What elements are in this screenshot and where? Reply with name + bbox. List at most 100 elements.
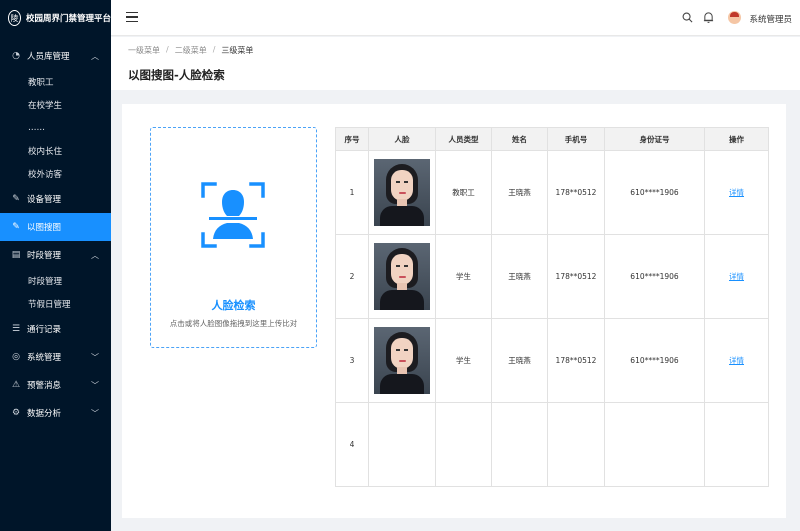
sidebar-item-system[interactable]: ◎ 系统管理 ﹀ xyxy=(0,343,111,371)
sidebar-item-label: 时段管理 xyxy=(27,251,62,261)
cell-id: 610****1906 xyxy=(604,150,705,235)
table-row: 4 xyxy=(335,402,769,487)
sidebar-item-time-periods[interactable]: ▤ 时段管理 ︿ xyxy=(0,241,111,269)
cell-phone: 178**0512 xyxy=(547,234,605,319)
cell-name xyxy=(491,402,548,487)
cell-name: 王晓燕 xyxy=(491,318,548,403)
sidebar-item-analytics[interactable]: ⚙ 数据分析 ﹀ xyxy=(0,399,111,427)
sidebar-item-label: 系统管理 xyxy=(27,353,62,363)
results-table: 序号 人脸 人员类型 姓名 手机号 身份证号 操作 1 教职工 王晓燕 178*… xyxy=(335,127,769,487)
avatar[interactable] xyxy=(728,11,741,24)
column-header-action: 操作 xyxy=(704,127,769,151)
sidebar-item-label: 设备管理 xyxy=(27,195,62,205)
table-row: 1 教职工 王晓燕 178**0512 610****1906 详情 xyxy=(335,150,769,235)
sidebar-item-image-search[interactable]: ✎ 以图搜图 xyxy=(0,213,111,241)
edit-icon: ✎ xyxy=(12,194,20,204)
face-scan-icon xyxy=(201,182,265,248)
cell-name: 王晓燕 xyxy=(491,150,548,235)
logo-badge: 陵 xyxy=(8,10,21,26)
cell-phone xyxy=(547,402,605,487)
cell-action: 详情 xyxy=(704,234,769,319)
sidebar-item-label: 通行记录 xyxy=(27,325,62,335)
details-link[interactable]: 详情 xyxy=(729,188,744,197)
cell-id xyxy=(604,402,705,487)
sidebar-subitem-visitors[interactable]: 校外访客 xyxy=(0,162,111,185)
table-row: 3 学生 王晓燕 178**0512 610****1906 详情 xyxy=(335,318,769,403)
cell-action: 详情 xyxy=(704,318,769,403)
details-link[interactable]: 详情 xyxy=(729,272,744,281)
column-header-id: 身份证号 xyxy=(604,127,705,151)
cell-no: 4 xyxy=(335,402,369,487)
column-header-phone: 手机号 xyxy=(547,127,605,151)
cell-face xyxy=(368,402,436,487)
sidebar-subitem-staff[interactable]: 教职工 xyxy=(0,70,111,93)
cell-type xyxy=(435,402,492,487)
face-upload-dropzone[interactable]: 人脸检索 点击或将人脸图像拖拽到这里上传比对 xyxy=(150,127,317,348)
page-title: 以图搜图-人脸检索 xyxy=(128,68,225,82)
chevron-up-icon: ︿ xyxy=(91,250,99,260)
page-header: 一级菜单 / 二级菜单 / 三级菜单 以图搜图-人脸检索 xyxy=(111,37,800,90)
sidebar-subitem-holidays[interactable]: 节假日管理 xyxy=(0,292,111,315)
cell-name: 王晓燕 xyxy=(491,234,548,319)
sidebar-subitem-time-periods[interactable]: 时段管理 xyxy=(0,269,111,292)
chevron-down-icon: ﹀ xyxy=(91,408,99,418)
sidebar-subitem-more[interactable]: …… xyxy=(0,116,111,139)
chevron-down-icon: ﹀ xyxy=(91,380,99,390)
list-icon: ☰ xyxy=(11,324,21,334)
face-photo[interactable] xyxy=(374,159,430,226)
cell-no: 3 xyxy=(335,318,369,403)
face-photo[interactable] xyxy=(374,243,430,310)
column-header-face: 人脸 xyxy=(368,127,436,151)
sidebar-item-alerts[interactable]: ⚠ 预警消息 ﹀ xyxy=(0,371,111,399)
sidebar-menu: ◔ 人员库管理 ︿ 教职工 在校学生 …… 校内长住 校外访客 ✎ 设备管理 ✎… xyxy=(0,42,111,427)
sidebar-item-label: 数据分析 xyxy=(27,409,62,419)
warning-icon: ⚠ xyxy=(11,380,21,390)
table-row: 2 学生 王晓燕 178**0512 610****1906 详情 xyxy=(335,234,769,319)
sidebar-subitem-residents[interactable]: 校内长住 xyxy=(0,139,111,162)
cell-no: 2 xyxy=(335,234,369,319)
upload-description: 点击或将人脸图像拖拽到这里上传比对 xyxy=(169,319,298,328)
breadcrumb-separator: / xyxy=(166,45,169,54)
top-header: 系统管理员 xyxy=(111,0,800,36)
cell-id: 610****1906 xyxy=(604,318,705,403)
cell-phone: 178**0512 xyxy=(547,150,605,235)
bell-icon[interactable] xyxy=(703,11,714,24)
dashboard-icon: ◔ xyxy=(12,51,20,61)
sidebar-item-label: 以图搜图 xyxy=(27,223,62,233)
settings-icon: ⚙ xyxy=(11,408,21,418)
app-title: 校园周界门禁管理平台 xyxy=(25,14,111,24)
sidebar-item-label: 人员库管理 xyxy=(27,52,70,62)
details-link[interactable]: 详情 xyxy=(729,356,744,365)
breadcrumb-level1[interactable]: 一级菜单 xyxy=(128,45,160,56)
search-icon[interactable] xyxy=(682,12,693,23)
cell-type: 学生 xyxy=(435,318,492,403)
upload-title: 人脸检索 xyxy=(211,299,256,312)
cell-phone: 178**0512 xyxy=(547,318,605,403)
cell-face xyxy=(368,150,436,235)
sidebar-item-personnel[interactable]: ◔ 人员库管理 ︿ xyxy=(0,42,111,70)
table-header-row: 序号 人脸 人员类型 姓名 手机号 身份证号 操作 xyxy=(335,127,769,151)
breadcrumb-level3: 三级菜单 xyxy=(221,46,254,55)
sidebar-item-access-records[interactable]: ☰ 通行记录 xyxy=(0,315,111,343)
sidebar-subitem-students[interactable]: 在校学生 xyxy=(0,93,111,116)
cell-face xyxy=(368,234,436,319)
chevron-down-icon: ﹀ xyxy=(91,352,99,362)
edit-icon: ✎ xyxy=(12,222,20,232)
sidebar-item-devices[interactable]: ✎ 设备管理 xyxy=(0,185,111,213)
cell-action: 详情 xyxy=(704,150,769,235)
cell-face xyxy=(368,318,436,403)
cell-id: 610****1906 xyxy=(604,234,705,319)
column-header-name: 姓名 xyxy=(491,127,548,151)
breadcrumb-level2[interactable]: 二级菜单 xyxy=(175,45,207,56)
sidebar: 陵 校园周界门禁管理平台 ◔ 人员库管理 ︿ 教职工 在校学生 …… 校内长住 … xyxy=(0,0,111,531)
sidebar-item-label: 预警消息 xyxy=(27,381,62,391)
cell-type: 学生 xyxy=(435,234,492,319)
check-circle-icon: ◎ xyxy=(12,352,20,362)
column-header-type: 人员类型 xyxy=(435,127,492,151)
menu-fold-icon[interactable] xyxy=(126,12,138,23)
table-icon: ▤ xyxy=(11,250,21,260)
cell-type: 教职工 xyxy=(435,150,492,235)
app-logo[interactable]: 陵 校园周界门禁管理平台 xyxy=(0,0,111,36)
face-photo[interactable] xyxy=(374,327,430,394)
user-name[interactable]: 系统管理员 xyxy=(749,13,792,25)
